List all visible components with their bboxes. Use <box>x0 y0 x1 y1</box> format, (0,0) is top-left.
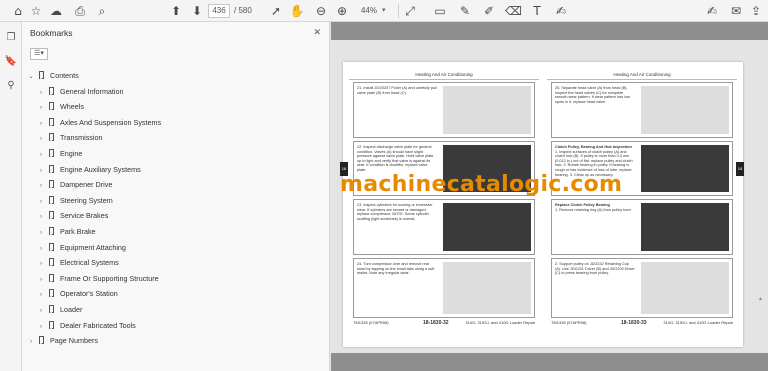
text-icon[interactable]: T <box>529 3 545 19</box>
page-number-input[interactable]: 436 <box>208 4 230 18</box>
bookmark-item[interactable]: › Equipment Attaching <box>36 240 126 255</box>
page-up-icon[interactable]: ⬆ <box>168 3 184 19</box>
page-gap-bottom <box>331 353 768 371</box>
page-footer: TM1335 (07APR98) 18-1830-32 310G, 315SJ,… <box>353 320 535 326</box>
attachment-icon[interactable]: ⚲ <box>3 78 19 94</box>
zoom-out-icon[interactable]: ⊖ <box>313 3 329 19</box>
bookmark-item[interactable]: › Dealer Fabricated Tools <box>36 318 136 333</box>
draw-icon[interactable]: ✐ <box>481 3 497 19</box>
hand-tool-icon[interactable]: ✋ <box>289 3 305 19</box>
select-cursor-icon[interactable]: ➚ <box>268 3 284 19</box>
page-header: Heating And Air Conditioning <box>547 72 737 80</box>
bookmark-item[interactable]: › Service Brakes <box>36 208 108 223</box>
bookmark-item[interactable]: › Page Numbers <box>26 333 98 348</box>
comment-icon[interactable]: ▭ <box>432 3 448 19</box>
bookmark-icon[interactable]: 🔖 <box>3 54 19 70</box>
print-icon[interactable]: ⎙ <box>72 3 88 19</box>
bookmark-item[interactable]: ⌄ Contents <box>26 68 79 83</box>
pages-thumbnail-icon[interactable]: ❐ <box>3 30 19 46</box>
bookmark-item[interactable]: › Frame Or Supporting Structure <box>36 271 159 286</box>
bookmark-flag-icon <box>49 102 54 111</box>
bookmark-flag-icon <box>49 242 54 251</box>
bookmark-star-icon[interactable]: ☆ <box>28 3 44 19</box>
bookmark-flag-icon <box>49 117 54 126</box>
sign-icon[interactable]: ✍ <box>704 3 720 19</box>
page-total: / 580 <box>234 6 252 15</box>
zoom-in-icon[interactable]: ⊕ <box>334 3 350 19</box>
erase-icon[interactable]: ⌫ <box>505 3 522 19</box>
bookmark-flag-icon <box>49 258 54 267</box>
bookmark-flag-icon <box>49 227 54 235</box>
bookmark-item[interactable]: › Loader <box>36 302 82 317</box>
bookmark-item[interactable]: › Steering System <box>36 193 113 208</box>
page-tab-marker: 18 <box>736 162 744 176</box>
bookmark-item[interactable]: › Transmission <box>36 130 102 145</box>
procedure-step: 24. Turn compressor over and remove rear… <box>353 258 535 318</box>
step-photo <box>443 203 531 251</box>
mail-icon[interactable]: ✉ <box>728 3 744 19</box>
step-photo <box>641 145 729 192</box>
procedure-step: 23. Inspect cylinders for scoring or exc… <box>353 199 535 255</box>
pdf-page-spread: Heating And Air Conditioning 21. Install… <box>343 62 743 347</box>
cloud-upload-icon[interactable]: ☁ <box>48 3 64 19</box>
bookmark-flag-icon <box>39 71 44 79</box>
bookmark-item[interactable]: › Engine <box>36 146 82 161</box>
bookmark-item[interactable]: › General Information <box>36 84 124 99</box>
toolbar-divider <box>398 4 399 18</box>
scroll-up-icon[interactable]: ▲ <box>758 296 763 302</box>
bookmark-flag-icon <box>49 289 54 298</box>
bookmark-flag-icon <box>49 195 54 204</box>
bookmarks-panel: Bookmarks ✕ ☰▾ ⌄ Contents › General Inform… <box>22 22 345 371</box>
bookmark-item[interactable]: › Park Brake <box>36 224 96 239</box>
search-icon[interactable]: ⌕ <box>94 3 110 19</box>
procedure-step: 21. Install JDG0207 Puller (A) and caref… <box>353 82 535 138</box>
step-photo <box>443 262 531 314</box>
bookmark-flag-icon <box>39 336 44 345</box>
zoom-dropdown-icon[interactable]: ▾ <box>382 4 386 18</box>
toolbar: ⌂ ☆ ☁ ⎙ ⌕ ⬆ ⬇ 436 / 580 ➚ ✋ ⊖ ⊕ 44% ▾ ⤢ … <box>0 0 768 22</box>
home-icon[interactable]: ⌂ <box>10 3 26 19</box>
bookmark-item[interactable]: › Operator's Station <box>36 286 118 301</box>
highlight-pen-icon[interactable]: ✎ <box>457 3 473 19</box>
step-photo <box>641 203 729 251</box>
options-icon[interactable]: ☰▾ <box>30 48 48 60</box>
bookmark-flag-icon <box>49 86 54 95</box>
page-gap-top <box>331 22 768 40</box>
bookmark-flag-icon <box>49 180 54 189</box>
panel-title: Bookmarks <box>30 28 73 38</box>
bookmark-flag-icon <box>49 211 54 220</box>
close-icon[interactable]: ✕ <box>313 27 321 38</box>
share-icon[interactable]: ⇪ <box>748 3 764 19</box>
stamp-icon[interactable]: ✍ <box>553 3 569 19</box>
bookmark-flag-icon <box>49 320 54 329</box>
bookmark-item[interactable]: › Dampener Drive <box>36 177 112 192</box>
procedure-step: 25. Separate head valve (A) from head (B… <box>551 82 733 138</box>
fit-page-icon[interactable]: ⤢ <box>402 3 418 19</box>
left-page: Heating And Air Conditioning 21. Install… <box>349 72 539 342</box>
page-header: Heating And Air Conditioning <box>349 72 539 80</box>
watermark: machinecatalogic.com <box>340 172 623 197</box>
chevron-right-icon[interactable]: › <box>26 335 36 350</box>
procedure-step: 2. Support pulley on JDG232 Retaining Cu… <box>551 258 733 318</box>
bookmark-item[interactable]: › Electrical Systems <box>36 255 119 270</box>
bookmark-flag-icon <box>49 133 54 142</box>
bookmark-item[interactable]: › Engine Auxiliary Systems <box>36 162 141 177</box>
chevron-down-icon[interactable]: ⌄ <box>26 70 36 85</box>
bookmark-flag-icon <box>49 149 54 157</box>
step-photo <box>443 86 531 134</box>
bookmark-flag-icon <box>49 164 54 173</box>
viewer-scrollbar[interactable]: ▲ <box>758 26 766 366</box>
step-photo <box>641 262 729 314</box>
bookmark-flag-icon <box>49 305 54 313</box>
zoom-level[interactable]: 44% <box>357 4 381 18</box>
step-photo <box>641 86 729 134</box>
page-footer: TM1335 (07APR98) 18-1830-33 310G, 315SJ,… <box>551 320 733 326</box>
left-rail: ❐ 🔖 ⚲ <box>0 22 22 371</box>
procedure-step: Replace Clutch Pulley Bearing 1. Remove r… <box>551 199 733 255</box>
bookmark-item[interactable]: › Axles And Suspension Systems <box>36 115 161 130</box>
bookmark-flag-icon <box>49 273 54 282</box>
page-down-icon[interactable]: ⬇ <box>189 3 205 19</box>
bookmark-item[interactable]: › Wheels <box>36 99 84 114</box>
right-page: Heating And Air Conditioning 25. Separat… <box>547 72 737 342</box>
